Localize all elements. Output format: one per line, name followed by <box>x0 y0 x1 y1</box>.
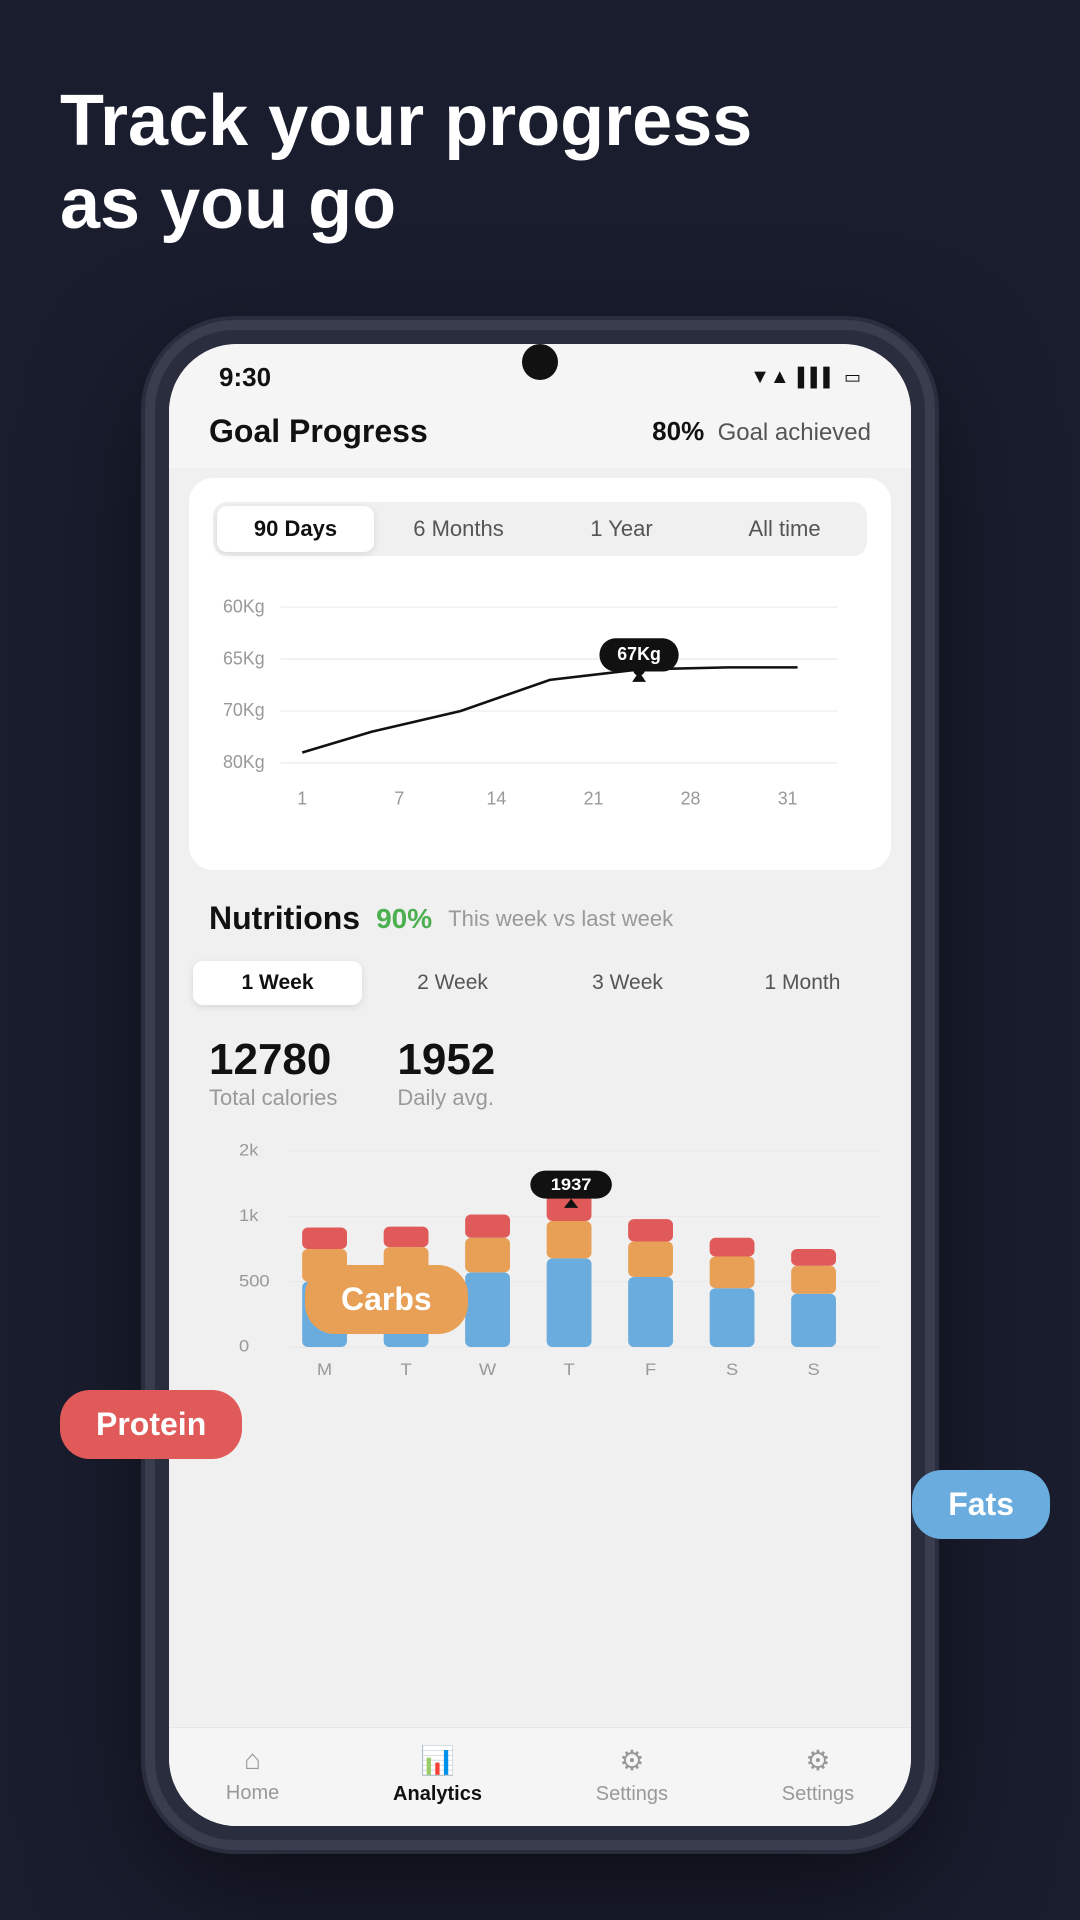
svg-text:0: 0 <box>239 1336 249 1355</box>
period-tabs: 90 Days 6 Months 1 Year All time <box>213 502 867 556</box>
total-calories-label: Total calories <box>209 1085 337 1111</box>
battery-icon: ▭ <box>844 367 861 388</box>
svg-text:1: 1 <box>297 787 307 808</box>
nav-analytics[interactable]: 📊 Analytics <box>393 1744 482 1806</box>
nav-settings-label: Settings <box>596 1783 668 1806</box>
svg-text:W: W <box>479 1360 497 1379</box>
protein-label: Protein <box>60 1390 242 1459</box>
svg-text:21: 21 <box>584 787 604 808</box>
svg-text:80Kg: 80Kg <box>223 751 265 772</box>
svg-text:1937: 1937 <box>551 1175 592 1194</box>
nutrition-header: Nutritions 90% This week vs last week <box>169 880 911 947</box>
tab-6months[interactable]: 6 Months <box>380 506 537 552</box>
settings-icon: ⚙ <box>619 1744 644 1777</box>
tab-2week[interactable]: 2 Week <box>368 961 537 1005</box>
phone-frame: 9:30 ▼▲ ▌▌▌ ▭ Goal Progress 80% Goal ach… <box>155 330 925 1840</box>
analytics-icon: 📊 <box>420 1744 455 1777</box>
svg-text:7: 7 <box>394 787 404 808</box>
svg-text:67Kg: 67Kg <box>617 643 661 664</box>
nav-settings2[interactable]: ⚙ Settings <box>782 1744 854 1806</box>
svg-text:31: 31 <box>778 787 798 808</box>
total-calories-stat: 12780 Total calories <box>209 1035 337 1111</box>
settings2-icon: ⚙ <box>805 1744 830 1777</box>
screen-content: 90 Days 6 Months 1 Year All time 60Kg <box>169 468 911 1727</box>
weight-card: 90 Days 6 Months 1 Year All time 60Kg <box>189 478 891 870</box>
carbs-label: Carbs <box>305 1265 468 1334</box>
nutrition-pct: 90% <box>376 903 432 935</box>
headline-text: Track your progress as you go <box>60 80 752 246</box>
goal-pct: 80% <box>652 416 704 446</box>
tab-3week[interactable]: 3 Week <box>543 961 712 1005</box>
svg-text:1k: 1k <box>239 1206 259 1225</box>
daily-avg-label: Daily avg. <box>397 1085 495 1111</box>
nutrition-bar-chart: 2k 1k 500 0 <box>169 1127 911 1467</box>
status-time: 9:30 <box>219 362 271 393</box>
tab-1year[interactable]: 1 Year <box>543 506 700 552</box>
status-icons: ▼▲ ▌▌▌ ▭ <box>750 366 861 389</box>
svg-text:F: F <box>645 1360 656 1379</box>
svg-text:65Kg: 65Kg <box>223 647 265 668</box>
svg-text:S: S <box>726 1360 738 1379</box>
signal-icon: ▌▌▌ <box>798 367 836 388</box>
nav-home-label: Home <box>226 1782 279 1805</box>
svg-text:70Kg: 70Kg <box>223 699 265 720</box>
goal-label: Goal achieved <box>718 419 871 446</box>
svg-text:500: 500 <box>239 1271 270 1290</box>
svg-text:60Kg: 60Kg <box>223 595 265 616</box>
app-title: Goal Progress <box>209 413 428 450</box>
weight-chart: 60Kg 65Kg 70Kg 80Kg 67Kg 1 <box>223 576 857 846</box>
svg-text:14: 14 <box>486 787 506 808</box>
fats-label: Fats <box>912 1470 1050 1539</box>
bottom-nav: ⌂ Home 📊 Analytics ⚙ Settings ⚙ Settings <box>169 1727 911 1826</box>
nav-settings2-label: Settings <box>782 1783 854 1806</box>
svg-text:T: T <box>400 1360 411 1379</box>
app-header: Goal Progress 80% Goal achieved <box>169 399 911 468</box>
total-calories-val: 12780 <box>209 1035 337 1085</box>
daily-avg-stat: 1952 Daily avg. <box>397 1035 495 1111</box>
phone-screen: 9:30 ▼▲ ▌▌▌ ▭ Goal Progress 80% Goal ach… <box>169 344 911 1826</box>
tab-1month[interactable]: 1 Month <box>718 961 887 1005</box>
nav-home[interactable]: ⌂ Home <box>226 1744 279 1806</box>
stats-row: 12780 Total calories 1952 Daily avg. <box>169 1019 911 1127</box>
goal-progress: 80% Goal achieved <box>652 416 871 447</box>
tab-alltime[interactable]: All time <box>706 506 863 552</box>
nutrition-title: Nutritions <box>209 900 360 937</box>
svg-text:T: T <box>563 1360 574 1379</box>
svg-text:M: M <box>317 1360 332 1379</box>
svg-text:28: 28 <box>681 787 701 808</box>
svg-text:S: S <box>807 1360 819 1379</box>
home-icon: ⌂ <box>244 1744 261 1776</box>
nutrition-subtitle: This week vs last week <box>448 906 673 932</box>
daily-avg-val: 1952 <box>397 1035 495 1085</box>
tab-90days[interactable]: 90 Days <box>217 506 374 552</box>
wifi-icon: ▼▲ <box>750 366 790 389</box>
camera-notch <box>522 344 558 380</box>
svg-text:2k: 2k <box>239 1140 259 1159</box>
nutrition-tabs: 1 Week 2 Week 3 Week 1 Month <box>189 957 891 1009</box>
tab-1week[interactable]: 1 Week <box>193 961 362 1005</box>
nav-analytics-label: Analytics <box>393 1783 482 1806</box>
nav-settings[interactable]: ⚙ Settings <box>596 1744 668 1806</box>
